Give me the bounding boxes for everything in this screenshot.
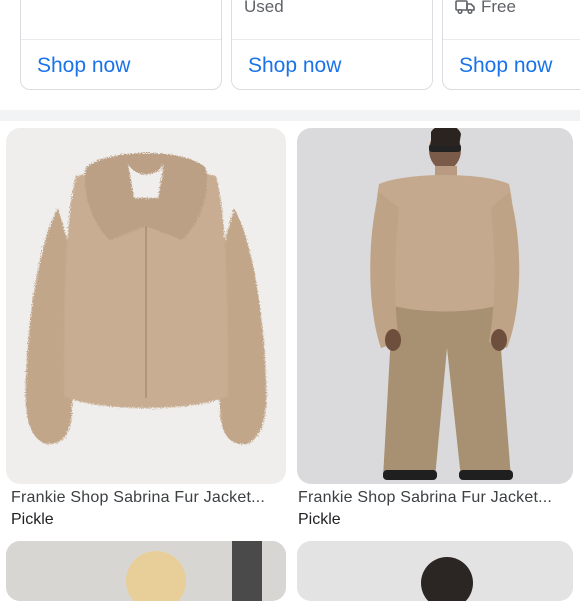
shopping-card-3[interactable]: Free Shop now bbox=[442, 0, 580, 90]
card-divider bbox=[21, 39, 221, 40]
product-title-2[interactable]: Frankie Shop Sabrina Fur Jacket... bbox=[298, 489, 552, 507]
model-photo-partial bbox=[297, 541, 573, 601]
fur-jacket-image bbox=[25, 153, 267, 445]
shopping-cards-row: Shop now Used Shop now Free Shop now bbox=[0, 0, 580, 112]
product-source-2: Pickle bbox=[298, 511, 341, 528]
card-top-text: Free bbox=[455, 0, 516, 17]
product-image-4[interactable] bbox=[297, 541, 573, 601]
shipping-label: Free bbox=[481, 0, 516, 16]
section-separator bbox=[0, 110, 580, 121]
card-top-text: Used bbox=[244, 0, 284, 17]
card-divider bbox=[443, 39, 580, 40]
shop-now-button[interactable]: Shop now bbox=[459, 54, 552, 78]
model-wearing-jacket-image bbox=[370, 128, 520, 480]
product-source-1: Pickle bbox=[11, 511, 54, 528]
condition-label: Used bbox=[244, 0, 284, 16]
product-image-1[interactable] bbox=[6, 128, 286, 484]
person-photo-partial bbox=[6, 541, 286, 601]
product-image-2[interactable] bbox=[297, 128, 573, 484]
shop-now-button[interactable]: Shop now bbox=[248, 54, 341, 78]
delivery-truck-icon bbox=[455, 0, 475, 14]
product-title-1[interactable]: Frankie Shop Sabrina Fur Jacket... bbox=[11, 489, 265, 507]
shopping-card-1[interactable]: Shop now bbox=[20, 0, 222, 90]
shopping-card-2[interactable]: Used Shop now bbox=[231, 0, 433, 90]
shop-now-button[interactable]: Shop now bbox=[37, 54, 130, 78]
card-divider bbox=[232, 39, 432, 40]
product-image-3[interactable] bbox=[6, 541, 286, 601]
